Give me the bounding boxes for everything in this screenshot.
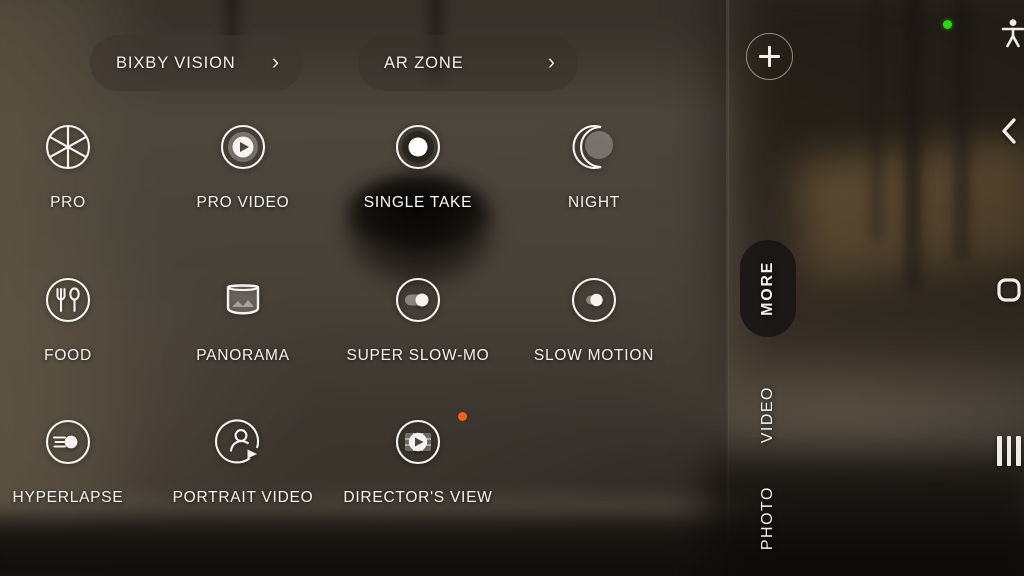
portrait-video-icon <box>215 415 270 469</box>
new-feature-badge <box>458 412 467 421</box>
rail-tab-photo[interactable]: PHOTO <box>740 478 796 558</box>
mode-pro-video[interactable]: PRO VIDEO <box>168 120 318 212</box>
ar-zone-label: AR ZONE <box>384 53 464 72</box>
rail-tab-more[interactable]: MORE <box>740 240 796 337</box>
fork-spoon-icon <box>41 273 95 327</box>
accessibility-icon[interactable] <box>1000 18 1024 48</box>
mode-pro[interactable]: PRO <box>0 120 143 212</box>
slow-motion-icon <box>567 273 621 327</box>
mode-label: PANORAMA <box>196 347 290 364</box>
add-mode-button[interactable] <box>746 33 793 80</box>
camera-screen: BIXBY VISION › AR ZONE › PRO PRO VIDEO S… <box>0 0 1024 576</box>
mode-hyperlapse[interactable]: HYPERLAPSE <box>0 415 143 507</box>
mode-food[interactable]: FOOD <box>0 273 143 365</box>
mode-label: SINGLE TAKE <box>363 194 473 211</box>
mode-rail: MORE VIDEO PHOTO <box>728 0 808 576</box>
moon-icon <box>567 120 621 174</box>
mode-night[interactable]: NIGHT <box>519 120 669 212</box>
rail-tab-label: MORE <box>759 261 776 316</box>
super-slow-mo-icon <box>391 273 445 327</box>
directors-view-icon <box>391 415 445 469</box>
mode-label: SUPER SLOW-MO <box>346 347 490 364</box>
mode-label: HYPERLAPSE <box>12 489 124 506</box>
mode-label: DIRECTOR'S VIEW <box>343 489 493 506</box>
mode-label: PORTRAIT VIDEO <box>172 489 314 506</box>
single-take-icon <box>391 120 445 174</box>
camera-active-indicator <box>943 20 952 29</box>
rail-tab-video[interactable]: VIDEO <box>740 375 796 455</box>
mode-slow-motion[interactable]: SLOW MOTION <box>519 273 669 365</box>
mode-directors-view[interactable]: DIRECTOR'S VIEW <box>343 412 493 507</box>
rail-tab-label: PHOTO <box>759 485 776 551</box>
mode-label: SLOW MOTION <box>533 347 655 364</box>
ar-zone-button[interactable]: AR ZONE › <box>358 35 578 91</box>
plus-icon-bar <box>759 55 780 58</box>
panorama-icon <box>216 273 270 327</box>
mode-single-take[interactable]: SINGLE TAKE <box>343 120 493 250</box>
mode-label: PRO VIDEO <box>196 194 290 211</box>
mode-super-slow-mo[interactable]: SUPER SLOW-MO <box>343 273 493 365</box>
play-circle-icon <box>216 120 270 174</box>
chevron-right-icon: › <box>547 49 556 74</box>
recents-bars-icon <box>997 436 1021 466</box>
mode-label: PRO <box>50 194 86 211</box>
nav-recents-button[interactable] <box>994 434 1024 468</box>
bixby-vision-button[interactable]: BIXBY VISION › <box>90 35 302 91</box>
nav-home-button[interactable] <box>994 273 1024 307</box>
hyperlapse-icon <box>41 415 95 469</box>
mode-panorama[interactable]: PANORAMA <box>168 273 318 365</box>
mode-label: NIGHT <box>568 194 620 211</box>
nav-back-button[interactable] <box>994 114 1024 148</box>
mode-portrait-video[interactable]: PORTRAIT VIDEO <box>168 415 318 507</box>
mode-label: FOOD <box>44 347 92 364</box>
rail-tab-label: VIDEO <box>759 386 776 444</box>
aperture-icon <box>41 120 95 174</box>
chevron-right-icon: › <box>271 49 280 74</box>
bixby-vision-label: BIXBY VISION <box>116 53 236 72</box>
